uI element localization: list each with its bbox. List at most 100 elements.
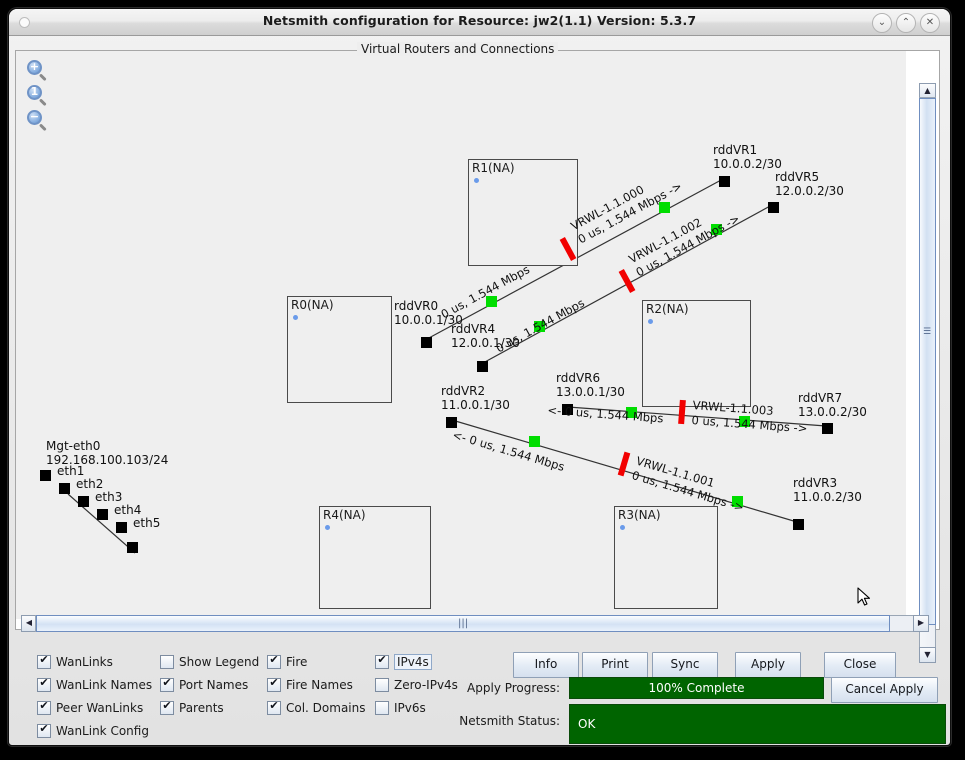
checkbox-box[interactable]: [160, 655, 174, 669]
checkbox-wanlink-config[interactable]: WanLink Config: [37, 722, 149, 738]
checkbox-label: Port Names: [179, 678, 249, 692]
endpoint-marker[interactable]: [822, 423, 833, 434]
endpoint-name: rddVR3: [793, 476, 838, 490]
mgt-port-marker[interactable]: [59, 483, 70, 494]
mgt-port-marker[interactable]: [127, 542, 138, 553]
endpoint-name: rddVR7: [798, 391, 843, 405]
mgt-port-marker[interactable]: [116, 522, 127, 533]
checkbox-label: IPv6s: [394, 701, 426, 715]
checkbox-label: Parents: [179, 701, 224, 715]
info-button[interactable]: Info: [513, 652, 579, 678]
mgt-port-label: eth1: [57, 464, 85, 478]
router-label: R1(NA): [472, 161, 515, 175]
endpoint-addr: 13.0.0.1/30: [556, 385, 625, 399]
checkbox-fire-names[interactable]: Fire Names: [267, 676, 353, 692]
checkbox-ipv4s[interactable]: IPv4s: [375, 653, 432, 670]
checkbox-label: Peer WanLinks: [56, 701, 144, 715]
checkbox-label: Fire: [286, 655, 308, 669]
checkbox-box[interactable]: [375, 678, 389, 692]
checkbox-ipv6s[interactable]: IPv6s: [375, 701, 426, 715]
checkbox-box[interactable]: [160, 699, 174, 715]
checkbox-label: WanLinks: [56, 655, 113, 669]
virtual-routers-groupbox: Virtual Routers and Connections + 1 − R1…: [15, 42, 940, 663]
endpoint-marker[interactable]: [719, 176, 730, 187]
vscroll-thumb[interactable]: ☰: [919, 98, 936, 625]
router-node[interactable]: R0(NA): [287, 296, 392, 403]
checkbox-box[interactable]: [267, 653, 281, 669]
router-status-dot: [648, 319, 653, 324]
router-status-dot: [474, 178, 479, 183]
scroll-right-arrow-icon[interactable]: ▶: [913, 615, 929, 632]
endpoint-label: rddVR5 12.0.0.2/30: [775, 170, 844, 198]
checkbox-box[interactable]: [267, 699, 281, 715]
endpoint-marker[interactable]: [421, 337, 432, 348]
endpoint-label: rddVR7 13.0.0.2/30: [798, 391, 867, 419]
cancel-apply-button[interactable]: Cancel Apply: [831, 677, 938, 703]
mgt-port-marker[interactable]: [78, 496, 89, 507]
checkbox-box[interactable]: [267, 676, 281, 692]
router-node[interactable]: R4(NA): [319, 506, 431, 609]
mgt-port-label: eth3: [95, 490, 123, 504]
checkbox-box[interactable]: [37, 676, 51, 692]
maximize-icon[interactable]: ⌃: [896, 13, 916, 33]
netsmith-window: Netsmith configuration for Resource: jw2…: [8, 8, 951, 746]
mgt-port-marker[interactable]: [40, 470, 51, 481]
router-label: R3(NA): [618, 508, 661, 522]
checkbox-box[interactable]: [37, 653, 51, 669]
checkbox-show-legend[interactable]: Show Legend: [160, 655, 259, 669]
bottom-control-panel: WanLinks WanLink Names Peer WanLinks Wan…: [15, 649, 946, 744]
router-label: R2(NA): [646, 302, 689, 316]
checkbox-label: Show Legend: [179, 655, 260, 669]
endpoint-label: rddVR3 11.0.0.2/30: [793, 476, 862, 504]
endpoint-addr: 11.0.0.1/30: [441, 398, 510, 412]
checkbox-box[interactable]: [160, 676, 174, 692]
link-endpoint-green[interactable]: [529, 436, 540, 447]
window-titlebar: Netsmith configuration for Resource: jw2…: [9, 9, 950, 36]
router-status-dot: [325, 525, 330, 530]
checkbox-box[interactable]: [375, 701, 389, 715]
checkbox-wanlinks[interactable]: WanLinks: [37, 653, 113, 669]
endpoint-marker[interactable]: [477, 361, 488, 372]
checkbox-box[interactable]: [37, 722, 51, 738]
endpoint-marker[interactable]: [446, 417, 457, 428]
apply-button[interactable]: Apply: [735, 652, 801, 678]
apply-progress-bar: 100% Complete: [569, 677, 824, 699]
checkbox-port-names[interactable]: Port Names: [160, 676, 249, 692]
mgt-port-label: eth2: [76, 477, 104, 491]
endpoint-marker[interactable]: [793, 519, 804, 530]
mgt-port-marker[interactable]: [97, 509, 108, 520]
checkbox-label: Col. Domains: [286, 701, 366, 715]
minimize-icon[interactable]: ⌄: [872, 13, 892, 33]
apply-progress-label: Apply Progress:: [467, 681, 560, 695]
endpoint-label: rddVR6 13.0.0.1/30: [556, 371, 625, 399]
checkbox-wanlink-names[interactable]: WanLink Names: [37, 676, 153, 692]
mgt-title: Mgt-eth0 192.168.100.103/24: [46, 439, 168, 467]
checkbox-peer-wanlinks[interactable]: Peer WanLinks: [37, 699, 144, 715]
checkbox-parents[interactable]: Parents: [160, 699, 224, 715]
close-icon[interactable]: ✕: [920, 13, 940, 33]
canvas-vertical-scrollbar[interactable]: ▲ ☰ ▼: [919, 83, 936, 663]
endpoint-name: rddVR2: [441, 384, 486, 398]
hscroll-thumb[interactable]: |||: [36, 615, 890, 632]
endpoint-marker[interactable]: [768, 202, 779, 213]
checkbox-label: IPv4s: [394, 654, 432, 670]
checkbox-label: WanLink Names: [56, 678, 153, 692]
print-button[interactable]: Print: [582, 652, 648, 678]
router-node[interactable]: R2(NA): [642, 300, 751, 407]
groupbox-title: Virtual Routers and Connections: [357, 42, 559, 56]
checkbox-col-domains[interactable]: Col. Domains: [267, 699, 366, 715]
router-status-dot: [293, 315, 298, 320]
checkbox-box[interactable]: [375, 653, 389, 669]
router-node[interactable]: R1(NA): [468, 159, 578, 266]
router-node[interactable]: R3(NA): [614, 506, 718, 609]
sync-button[interactable]: Sync: [652, 652, 718, 678]
canvas-horizontal-scrollbar[interactable]: ◀ ||| ▶: [21, 615, 929, 632]
checkbox-fire[interactable]: Fire: [267, 653, 308, 669]
close-button[interactable]: Close: [824, 652, 896, 678]
endpoint-name: rddVR6: [556, 371, 601, 385]
netsmith-canvas[interactable]: + 1 − R1(NA) R0(NA) R2(NA) R4(NA) R3(NA)…: [16, 51, 906, 619]
checkbox-box[interactable]: [37, 699, 51, 715]
endpoint-addr: 11.0.0.2/30: [793, 490, 862, 504]
endpoint-name: rddVR5: [775, 170, 820, 184]
netsmith-status-label: Netsmith Status:: [459, 714, 560, 728]
